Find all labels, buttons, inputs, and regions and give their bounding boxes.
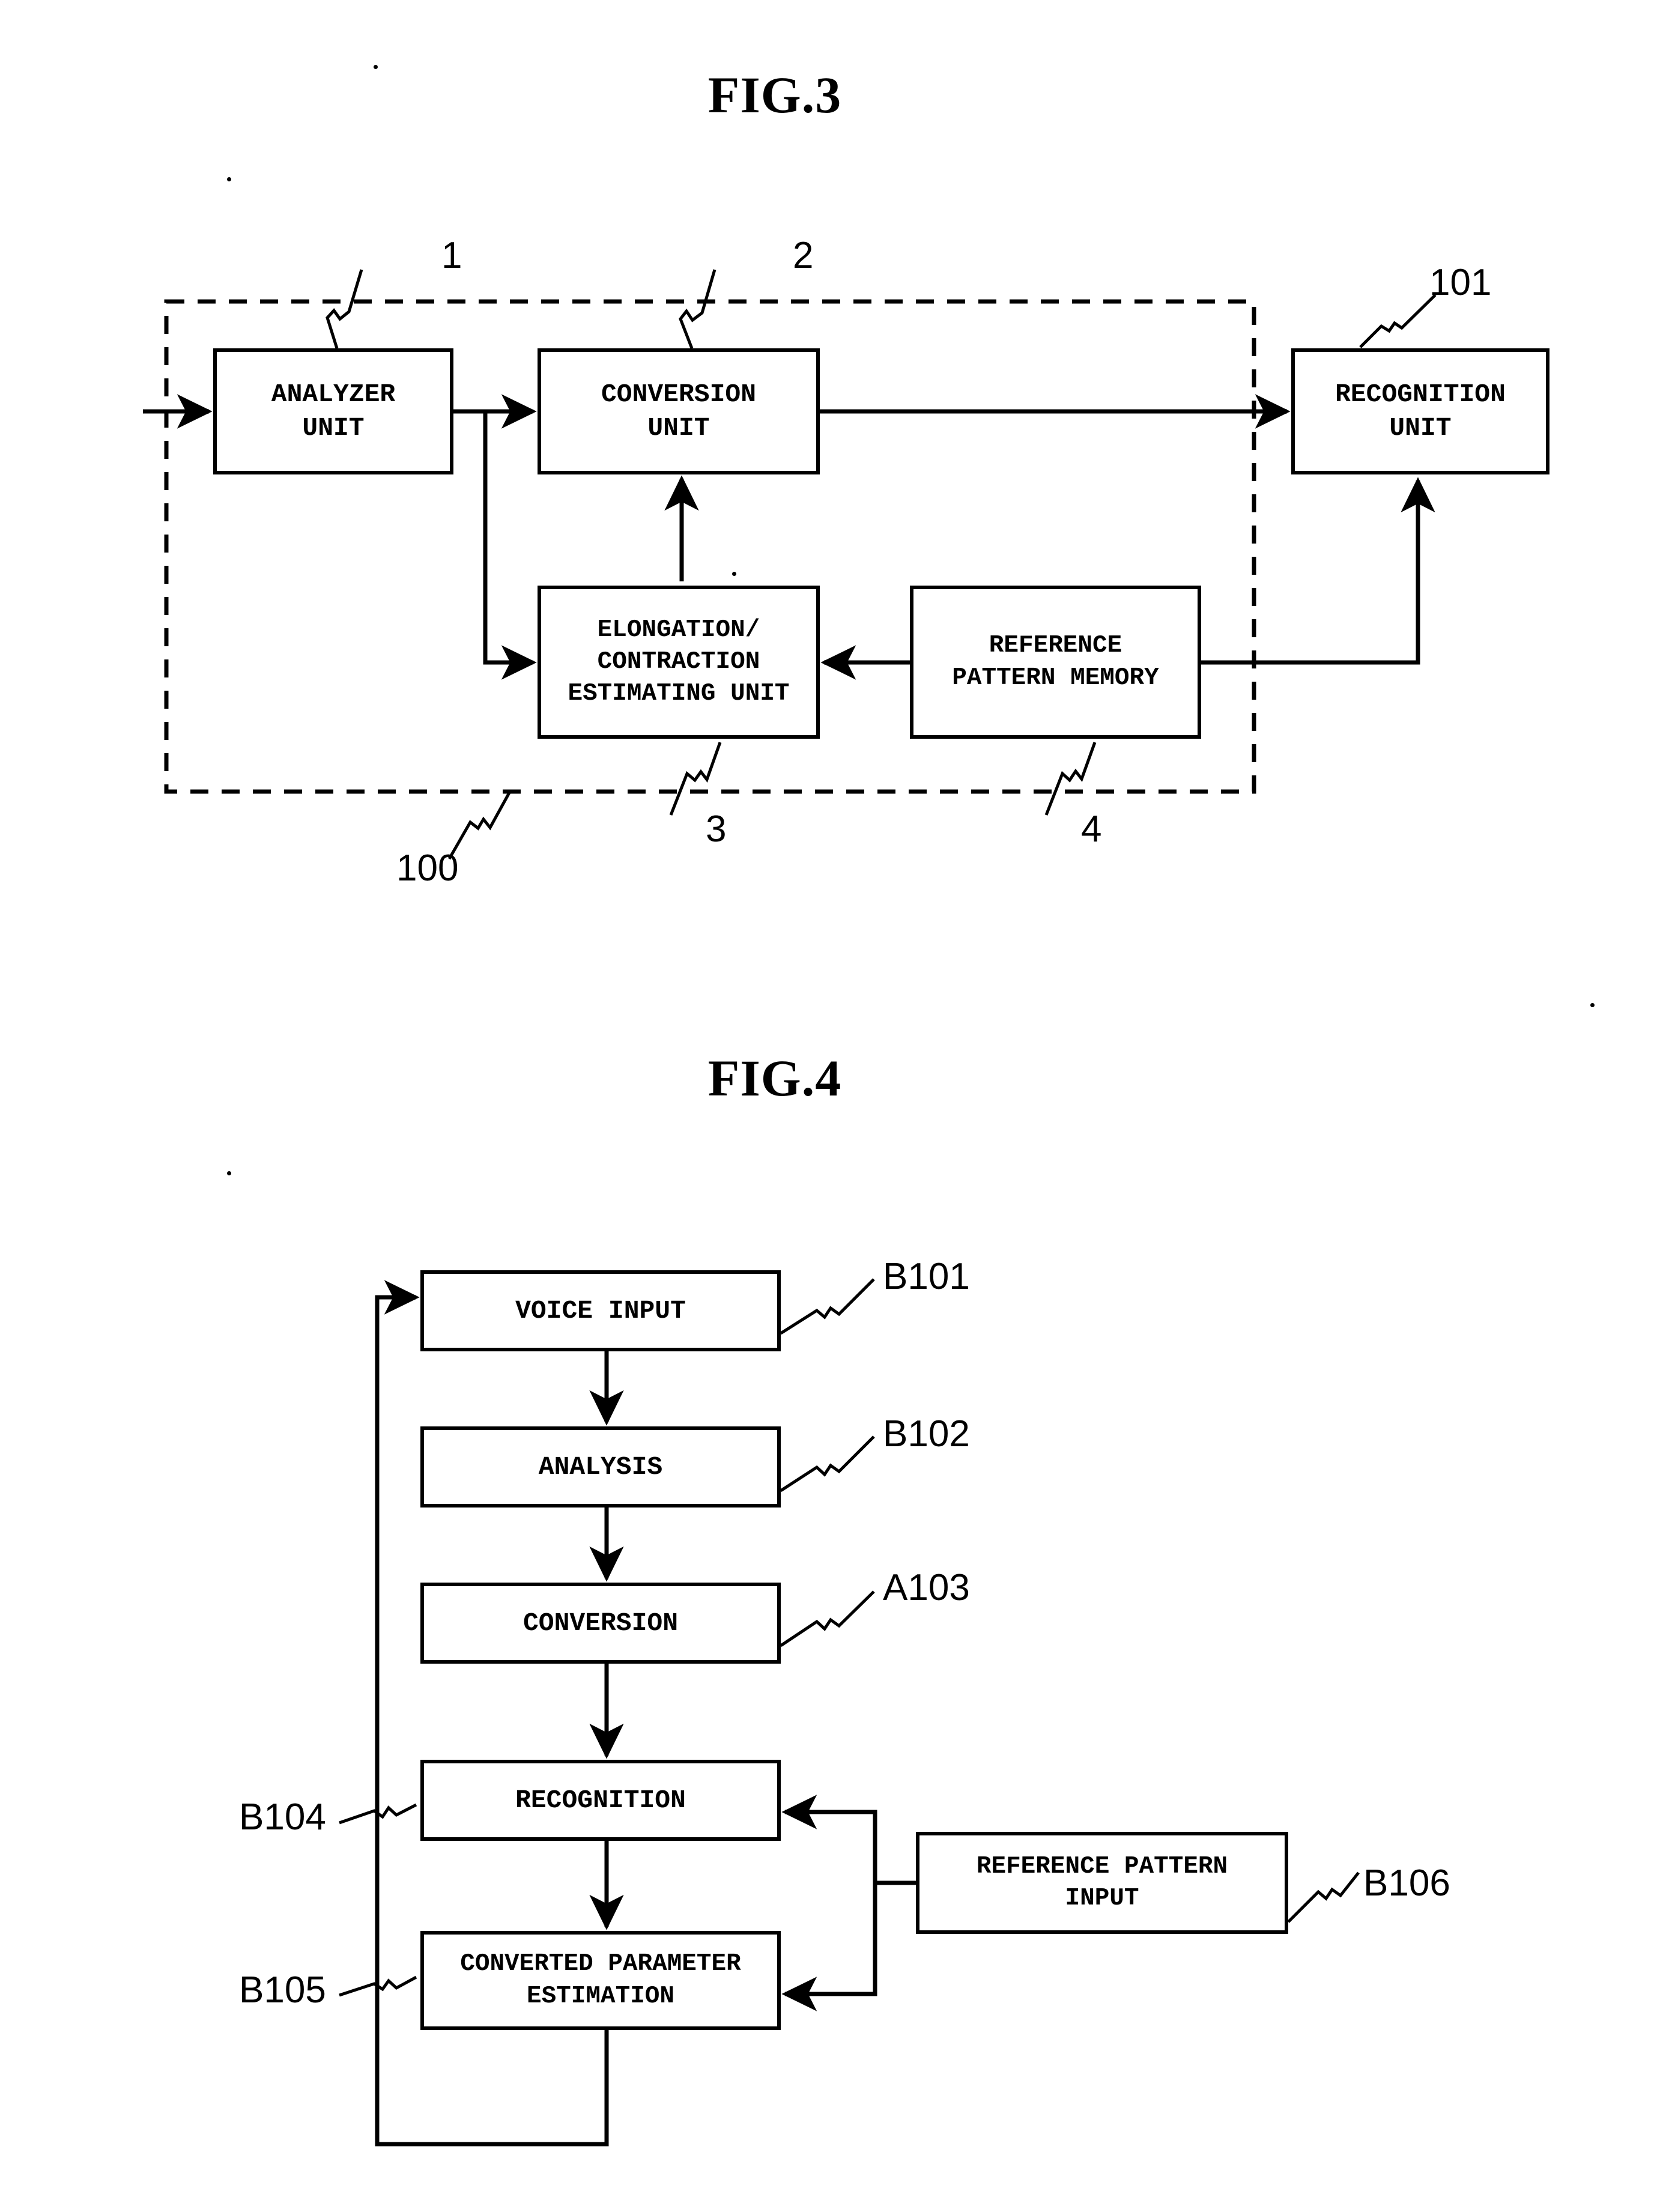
- fig4-feedback-bus: [375, 1280, 609, 2147]
- leader-line-2: [679, 269, 716, 349]
- fig3-edge-analyzer-to-estimating: [483, 411, 537, 680]
- leader-line-b101: [780, 1278, 875, 1335]
- leader-line-a103: [780, 1590, 875, 1647]
- leader-line-3: [669, 742, 722, 816]
- leader-line-b102: [780, 1435, 875, 1492]
- leader-line-101: [1359, 294, 1437, 348]
- leader-line-4: [1044, 742, 1097, 816]
- leader-line-1: [326, 269, 363, 349]
- fig3-dashed-boundary: [164, 299, 1256, 794]
- fig3-edge-memory-to-recognition: [1201, 477, 1435, 665]
- fig4-edge-reference-to-recognition: [781, 1795, 916, 1885]
- leader-line-100: [447, 790, 512, 860]
- patent-drawing-sheet: FIG.3 ANALYZER UNIT CONVERSION UNIT RECO…: [0, 0, 1660, 2212]
- fig4-edge-reference-to-estimation: [781, 1883, 877, 2011]
- connector-layer: [143, 269, 1437, 2147]
- leader-line-b106: [1287, 1871, 1360, 1923]
